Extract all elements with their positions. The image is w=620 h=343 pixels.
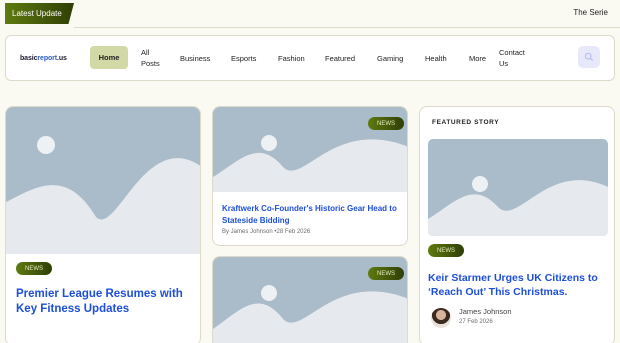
nav-item-home[interactable]: Home (90, 46, 128, 69)
article-card[interactable]: NEWS Kraftwerk Co-Founder's Historic Gea… (212, 106, 408, 246)
nav-label: Us (499, 59, 509, 68)
author-name[interactable]: By James Johnson (222, 229, 273, 235)
ticker-bar: Latest Update The Serie (0, 0, 620, 28)
nav-item-health[interactable]: Health (425, 53, 447, 64)
author-avatar (431, 308, 451, 328)
news-badge[interactable]: NEWS (16, 262, 52, 275)
nav-item-esports[interactable]: Esports (231, 53, 256, 64)
news-badge[interactable]: NEWS (368, 117, 404, 130)
featured-story-card: FEATURED STORY NEWS Keir Starmer Urges U… (419, 106, 615, 343)
featured-story-heading: FEATURED STORY (432, 119, 500, 126)
publish-date: 27 Feb 2026 (459, 319, 493, 325)
article-card[interactable]: NEWS (212, 256, 408, 343)
latest-update-badge: Latest Update (5, 3, 74, 24)
page: Latest Update The Serie basicreport.us H… (0, 0, 620, 343)
main-nav: basicreport.us Home All Posts Business Es… (5, 35, 615, 81)
nav-item-featured[interactable]: Featured (325, 53, 355, 64)
nav-item-contact-us[interactable]: Contact Us (499, 47, 525, 69)
site-logo[interactable]: basicreport.us (20, 55, 67, 62)
logo-domain-text: .us (57, 55, 67, 62)
news-badge[interactable]: NEWS (428, 244, 464, 257)
main-article-card[interactable]: NEWS Premier League Resumes with Key Fit… (5, 106, 201, 343)
ticker-headline[interactable]: The Serie (573, 8, 608, 17)
nav-item-gaming[interactable]: Gaming (377, 53, 403, 64)
article-title[interactable]: Kraftwerk Co-Founder's Historic Gear Hea… (222, 203, 402, 226)
publish-date: 28 Feb 2026 (276, 229, 311, 235)
article-image-placeholder (6, 107, 200, 254)
logo-accent-text: report (37, 55, 58, 62)
nav-item-all-posts[interactable]: All Posts (141, 47, 160, 69)
search-button[interactable] (578, 46, 600, 68)
image-placeholder-icon (6, 136, 200, 254)
author-name[interactable]: James Johnson (459, 307, 512, 316)
nav-item-more[interactable]: More (469, 53, 486, 64)
logo-text: basic (20, 55, 38, 62)
ticker-divider (74, 27, 620, 28)
article-title[interactable]: Premier League Resumes with Key Fitness … (16, 287, 196, 317)
search-icon (584, 52, 594, 62)
nav-label: All (141, 48, 150, 57)
nav-label: Posts (141, 59, 160, 68)
nav-item-business[interactable]: Business (180, 53, 210, 64)
featured-image-placeholder[interactable] (428, 139, 608, 236)
nav-item-fashion[interactable]: Fashion (278, 53, 305, 64)
image-placeholder-icon (428, 176, 608, 236)
nav-label: Contact (499, 48, 525, 57)
news-badge[interactable]: NEWS (368, 267, 404, 280)
article-meta: By James Johnson •28 Feb 2026 (222, 229, 310, 235)
featured-title[interactable]: Keir Starmer Urges UK Citizens to ‘Reach… (428, 271, 612, 299)
